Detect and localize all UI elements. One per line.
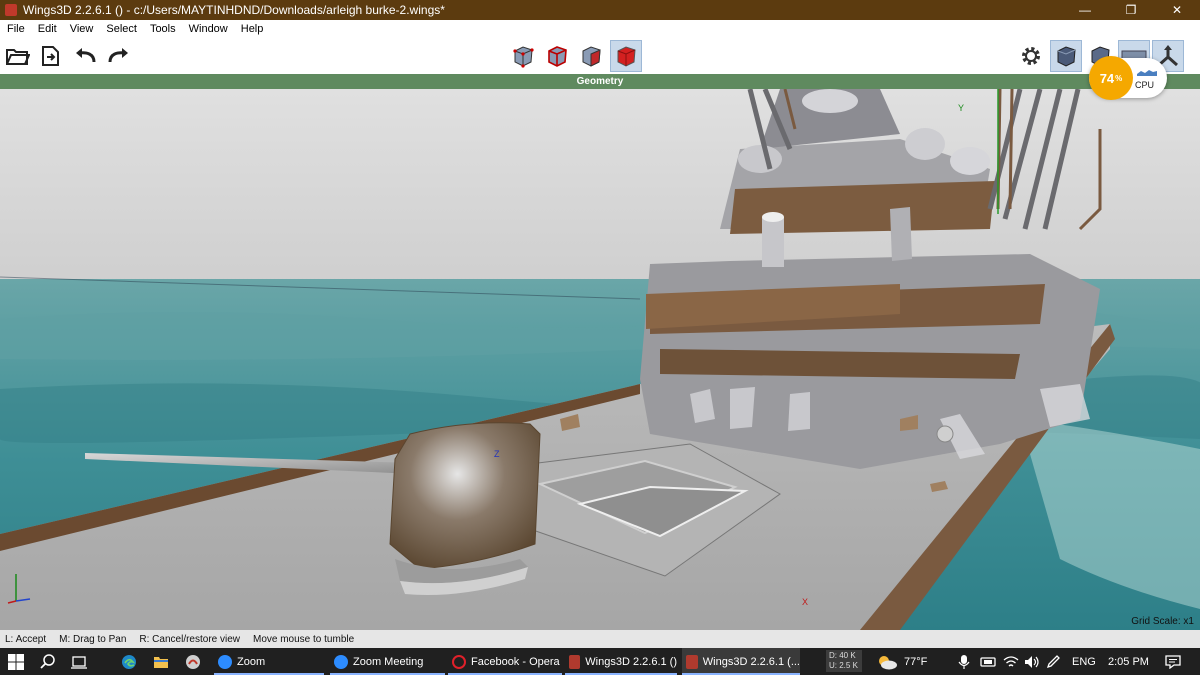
toolbar: [0, 38, 1200, 74]
wings3d-icon: [569, 654, 581, 669]
device-icon[interactable]: [980, 648, 996, 675]
mic-icon[interactable]: [958, 648, 970, 675]
geometry-window-header: Geometry: [0, 74, 1200, 89]
pen-icon[interactable]: [1046, 648, 1060, 675]
notifications-icon[interactable]: [1165, 648, 1181, 675]
start-button[interactable]: [8, 648, 24, 675]
menu-tools[interactable]: Tools: [143, 23, 182, 35]
edge-mode-icon[interactable]: [541, 40, 573, 72]
viewport-scene: [0, 89, 1200, 630]
menu-edit[interactable]: Edit: [31, 23, 63, 35]
cpu-value: 74: [1099, 70, 1115, 86]
window-title: Wings3D 2.2.6.1 () - c:/Users/MAYTINHDND…: [23, 3, 445, 17]
cpu-percent-circle: 74%: [1089, 56, 1133, 100]
x-axis-label: X: [802, 597, 809, 607]
open-folder-icon[interactable]: [2, 40, 34, 72]
weather-cloud-sun-icon: [879, 655, 897, 669]
opera-icon: [452, 654, 466, 669]
title-bar: Wings3D 2.2.6.1 () - c:/Users/MAYTINHDND…: [0, 0, 1200, 20]
menu-select[interactable]: Select: [99, 23, 143, 35]
menu-view[interactable]: View: [63, 23, 100, 35]
maximize-button[interactable]: ❐: [1108, 0, 1154, 20]
net-upload: U: 2.5 K: [829, 661, 858, 670]
taskbar-app-label: Facebook - Opera: [471, 655, 560, 668]
taskbar-app-zoom[interactable]: Zoom: [214, 648, 324, 675]
wings3d-app-icon: [5, 4, 17, 16]
cpu-usage-widget[interactable]: 74% CPU: [1089, 56, 1167, 100]
cpu-label: CPU: [1135, 80, 1155, 90]
status-bar: L: Accept M: Drag to Pan R: Cancel/resto…: [0, 630, 1200, 648]
search-icon[interactable]: [40, 648, 56, 675]
geometry-viewport[interactable]: Y Z X Grid Scale: x1: [0, 89, 1200, 630]
zoom-icon: [218, 654, 232, 669]
taskbar-app-wings3d-2[interactable]: Wings3D 2.2.6.1 (...: [682, 648, 800, 675]
y-axis-label: Y: [958, 103, 965, 113]
face-mode-icon[interactable]: [575, 40, 607, 72]
net-download: D: 40 K: [829, 651, 856, 660]
body-mode-icon[interactable]: [610, 40, 642, 72]
language-indicator[interactable]: ENG: [1072, 648, 1096, 675]
taskbar-app-wings3d-1[interactable]: Wings3D 2.2.6.1 (): [565, 648, 677, 675]
network-speed-meter: D: 40 K U: 2.5 K: [826, 650, 862, 672]
minimize-button[interactable]: —: [1062, 0, 1108, 20]
edge-browser-icon[interactable]: [121, 648, 137, 675]
wings3d-icon: [686, 654, 698, 669]
vertex-mode-icon[interactable]: [507, 40, 539, 72]
task-view-icon[interactable]: [71, 648, 87, 675]
zoom-meeting-icon: [334, 654, 348, 669]
menu-file[interactable]: File: [0, 23, 31, 35]
wifi-icon[interactable]: [1003, 648, 1019, 675]
clock[interactable]: 2:05 PM: [1108, 648, 1149, 675]
status-right-click-hint: R: Cancel/restore view: [139, 633, 240, 645]
taskbar-app-label: Zoom Meeting: [353, 655, 424, 668]
taskbar: Zoom Zoom Meeting Facebook - Opera Wings…: [0, 648, 1200, 675]
menu-window[interactable]: Window: [182, 23, 234, 35]
save-icon[interactable]: [34, 40, 66, 72]
undo-icon[interactable]: [69, 40, 101, 72]
app-pinned-icon[interactable]: [185, 648, 201, 675]
redo-icon[interactable]: [103, 40, 135, 72]
taskbar-app-opera[interactable]: Facebook - Opera: [448, 648, 562, 675]
close-button[interactable]: ✕: [1154, 0, 1200, 20]
z-axis-label: Z: [494, 449, 500, 459]
cpu-graph-icon: [1137, 70, 1157, 76]
status-move-hint: Move mouse to tumble: [253, 633, 355, 645]
file-explorer-icon[interactable]: [153, 648, 169, 675]
menu-bar: File Edit View Select Tools Window Help: [0, 20, 1200, 38]
grid-scale-label: Grid Scale: x1: [1131, 616, 1194, 627]
taskbar-app-zoom-meeting[interactable]: Zoom Meeting: [330, 648, 445, 675]
taskbar-app-label: Zoom: [237, 655, 266, 668]
volume-icon[interactable]: [1024, 648, 1040, 675]
taskbar-app-label: Wings3D 2.2.6.1 (): [585, 655, 677, 668]
cpu-unit: %: [1115, 73, 1123, 83]
status-left-click-hint: L: Accept: [5, 633, 47, 645]
menu-help[interactable]: Help: [234, 23, 270, 35]
windows-logo-icon: [8, 653, 24, 670]
status-middle-click-hint: M: Drag to Pan: [59, 633, 127, 645]
weather-temp: 77°F: [904, 655, 928, 668]
smooth-view-icon[interactable]: [1050, 40, 1082, 72]
weather-widget[interactable]: 77°F: [876, 648, 927, 675]
taskbar-app-label: Wings3D 2.2.6.1 (...: [702, 655, 800, 668]
settings-gear-icon[interactable]: [1015, 40, 1047, 72]
